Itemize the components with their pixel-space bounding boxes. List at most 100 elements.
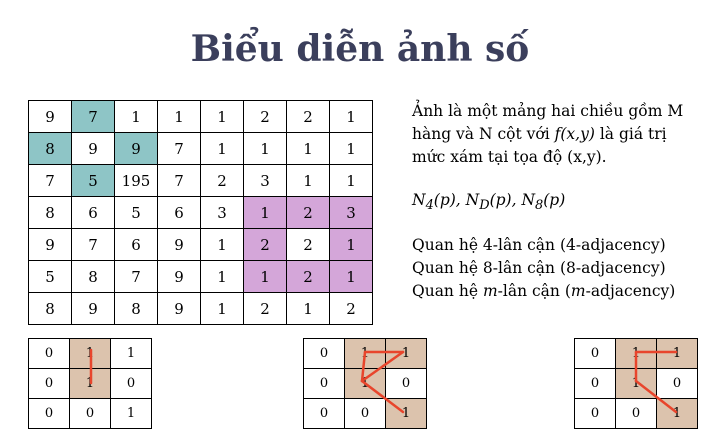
cell: 1 bbox=[286, 292, 330, 325]
cell: 2 bbox=[286, 100, 330, 133]
cell: 1 bbox=[656, 398, 698, 429]
cell: 1 bbox=[286, 132, 330, 165]
cell: 3 bbox=[200, 196, 244, 229]
cell: 1 bbox=[243, 132, 287, 165]
description-line: Ảnh là một mảng hai chiều gồm M bbox=[412, 102, 684, 120]
cell: 1 bbox=[286, 164, 330, 197]
cell: 9 bbox=[28, 228, 72, 261]
cell: 5 bbox=[114, 196, 158, 229]
cell: 195 bbox=[114, 164, 158, 197]
cell: 7 bbox=[28, 164, 72, 197]
cell: 7 bbox=[114, 260, 158, 293]
cell: 0 bbox=[303, 398, 345, 429]
cell: 9 bbox=[71, 292, 115, 325]
description-line: là giá trị bbox=[594, 125, 667, 143]
n8-subscript: 8 bbox=[535, 198, 544, 214]
description-line: mức xám tại tọa độ (x,y). bbox=[412, 148, 607, 166]
adjacency-grid-m: 0 1 1 0 1 0 0 0 1 bbox=[574, 338, 698, 429]
cell: 8 bbox=[71, 260, 115, 293]
cell: 2 bbox=[243, 228, 287, 261]
cell: 1 bbox=[69, 338, 111, 369]
cell: 1 bbox=[344, 338, 386, 369]
description: Ảnh là một mảng hai chiều gồm M hàng và … bbox=[412, 100, 712, 169]
relation-text: -adjacency) bbox=[585, 282, 676, 300]
relation-m: m bbox=[482, 282, 498, 300]
cell: 5 bbox=[71, 164, 115, 197]
cell: 9 bbox=[157, 228, 201, 261]
n8-symbol: N bbox=[521, 191, 536, 209]
relation-text: -lân cận ( bbox=[497, 282, 571, 300]
cell: 6 bbox=[71, 196, 115, 229]
cell: 0 bbox=[574, 368, 616, 399]
cell: 7 bbox=[157, 132, 201, 165]
cell: 1 bbox=[329, 260, 373, 293]
cell: 8 bbox=[28, 132, 72, 165]
cell: 2 bbox=[286, 228, 330, 261]
cell: 2 bbox=[243, 100, 287, 133]
cell: 0 bbox=[303, 368, 345, 399]
cell: 2 bbox=[286, 196, 330, 229]
cell: 5 bbox=[28, 260, 72, 293]
relation-m: m bbox=[570, 282, 586, 300]
cell: 1 bbox=[385, 338, 427, 369]
n4-subscript: 4 bbox=[425, 198, 434, 214]
cell: 1 bbox=[69, 368, 111, 399]
cell: 1 bbox=[243, 196, 287, 229]
adjacency-grid-4: 0 1 1 0 1 0 0 0 1 bbox=[28, 338, 152, 429]
n4-arg: (p), bbox=[433, 191, 466, 209]
cell: 1 bbox=[656, 338, 698, 369]
nd-subscript: D bbox=[479, 198, 490, 214]
cell: 1 bbox=[243, 260, 287, 293]
cell: 1 bbox=[200, 132, 244, 165]
relation-m-adjacency: Quan hệ m-lân cận (m-adjacency) bbox=[412, 282, 675, 300]
cell: 1 bbox=[329, 228, 373, 261]
image-matrix: 9 7 1 1 1 2 2 1 8 9 9 7 1 1 1 1 7 5 195 … bbox=[28, 100, 373, 325]
n8-arg: (p) bbox=[543, 191, 566, 209]
cell: 1 bbox=[329, 100, 373, 133]
cell: 2 bbox=[243, 292, 287, 325]
cell: 2 bbox=[329, 292, 373, 325]
cell: 1 bbox=[114, 100, 158, 133]
nd-symbol: N bbox=[465, 191, 480, 209]
adjacency-grid-8: 0 1 1 0 1 0 0 0 1 bbox=[303, 338, 427, 429]
cell: 9 bbox=[71, 132, 115, 165]
n4-symbol: N bbox=[412, 191, 426, 209]
description-line: hàng và N cột với bbox=[412, 125, 555, 143]
cell: 0 bbox=[69, 398, 111, 429]
cell: 8 bbox=[28, 196, 72, 229]
relation-text: Quan hệ bbox=[412, 282, 483, 300]
cell: 1 bbox=[615, 368, 657, 399]
cell: 0 bbox=[574, 398, 616, 429]
cell: 2 bbox=[200, 164, 244, 197]
cell: 9 bbox=[157, 292, 201, 325]
cell: 0 bbox=[110, 368, 152, 399]
cell: 8 bbox=[28, 292, 72, 325]
cell: 6 bbox=[157, 196, 201, 229]
cell: 0 bbox=[28, 338, 70, 369]
cell: 0 bbox=[344, 398, 386, 429]
cell: 2 bbox=[286, 260, 330, 293]
neighborhood-notation: N4(p), ND(p), N8(p) bbox=[412, 189, 565, 217]
cell: 0 bbox=[28, 368, 70, 399]
cell: 1 bbox=[344, 368, 386, 399]
function-notation: f(x,y) bbox=[554, 125, 595, 143]
page-title: Biểu diễn ảnh số bbox=[190, 28, 530, 70]
cell: 7 bbox=[71, 100, 115, 133]
cell: 9 bbox=[28, 100, 72, 133]
cell: 1 bbox=[200, 292, 244, 325]
cell: 1 bbox=[615, 338, 657, 369]
cell: 1 bbox=[200, 228, 244, 261]
cell: 1 bbox=[110, 398, 152, 429]
cell: 9 bbox=[157, 260, 201, 293]
cell: 1 bbox=[200, 260, 244, 293]
cell: 0 bbox=[574, 338, 616, 369]
cell: 0 bbox=[385, 368, 427, 399]
cell: 1 bbox=[157, 100, 201, 133]
cell: 1 bbox=[329, 132, 373, 165]
cell: 7 bbox=[157, 164, 201, 197]
cell: 1 bbox=[110, 338, 152, 369]
cell: 0 bbox=[656, 368, 698, 399]
cell: 7 bbox=[71, 228, 115, 261]
cell: 1 bbox=[200, 100, 244, 133]
relation-4-adjacency: Quan hệ 4-lân cận (4-adjacency) bbox=[412, 236, 666, 254]
